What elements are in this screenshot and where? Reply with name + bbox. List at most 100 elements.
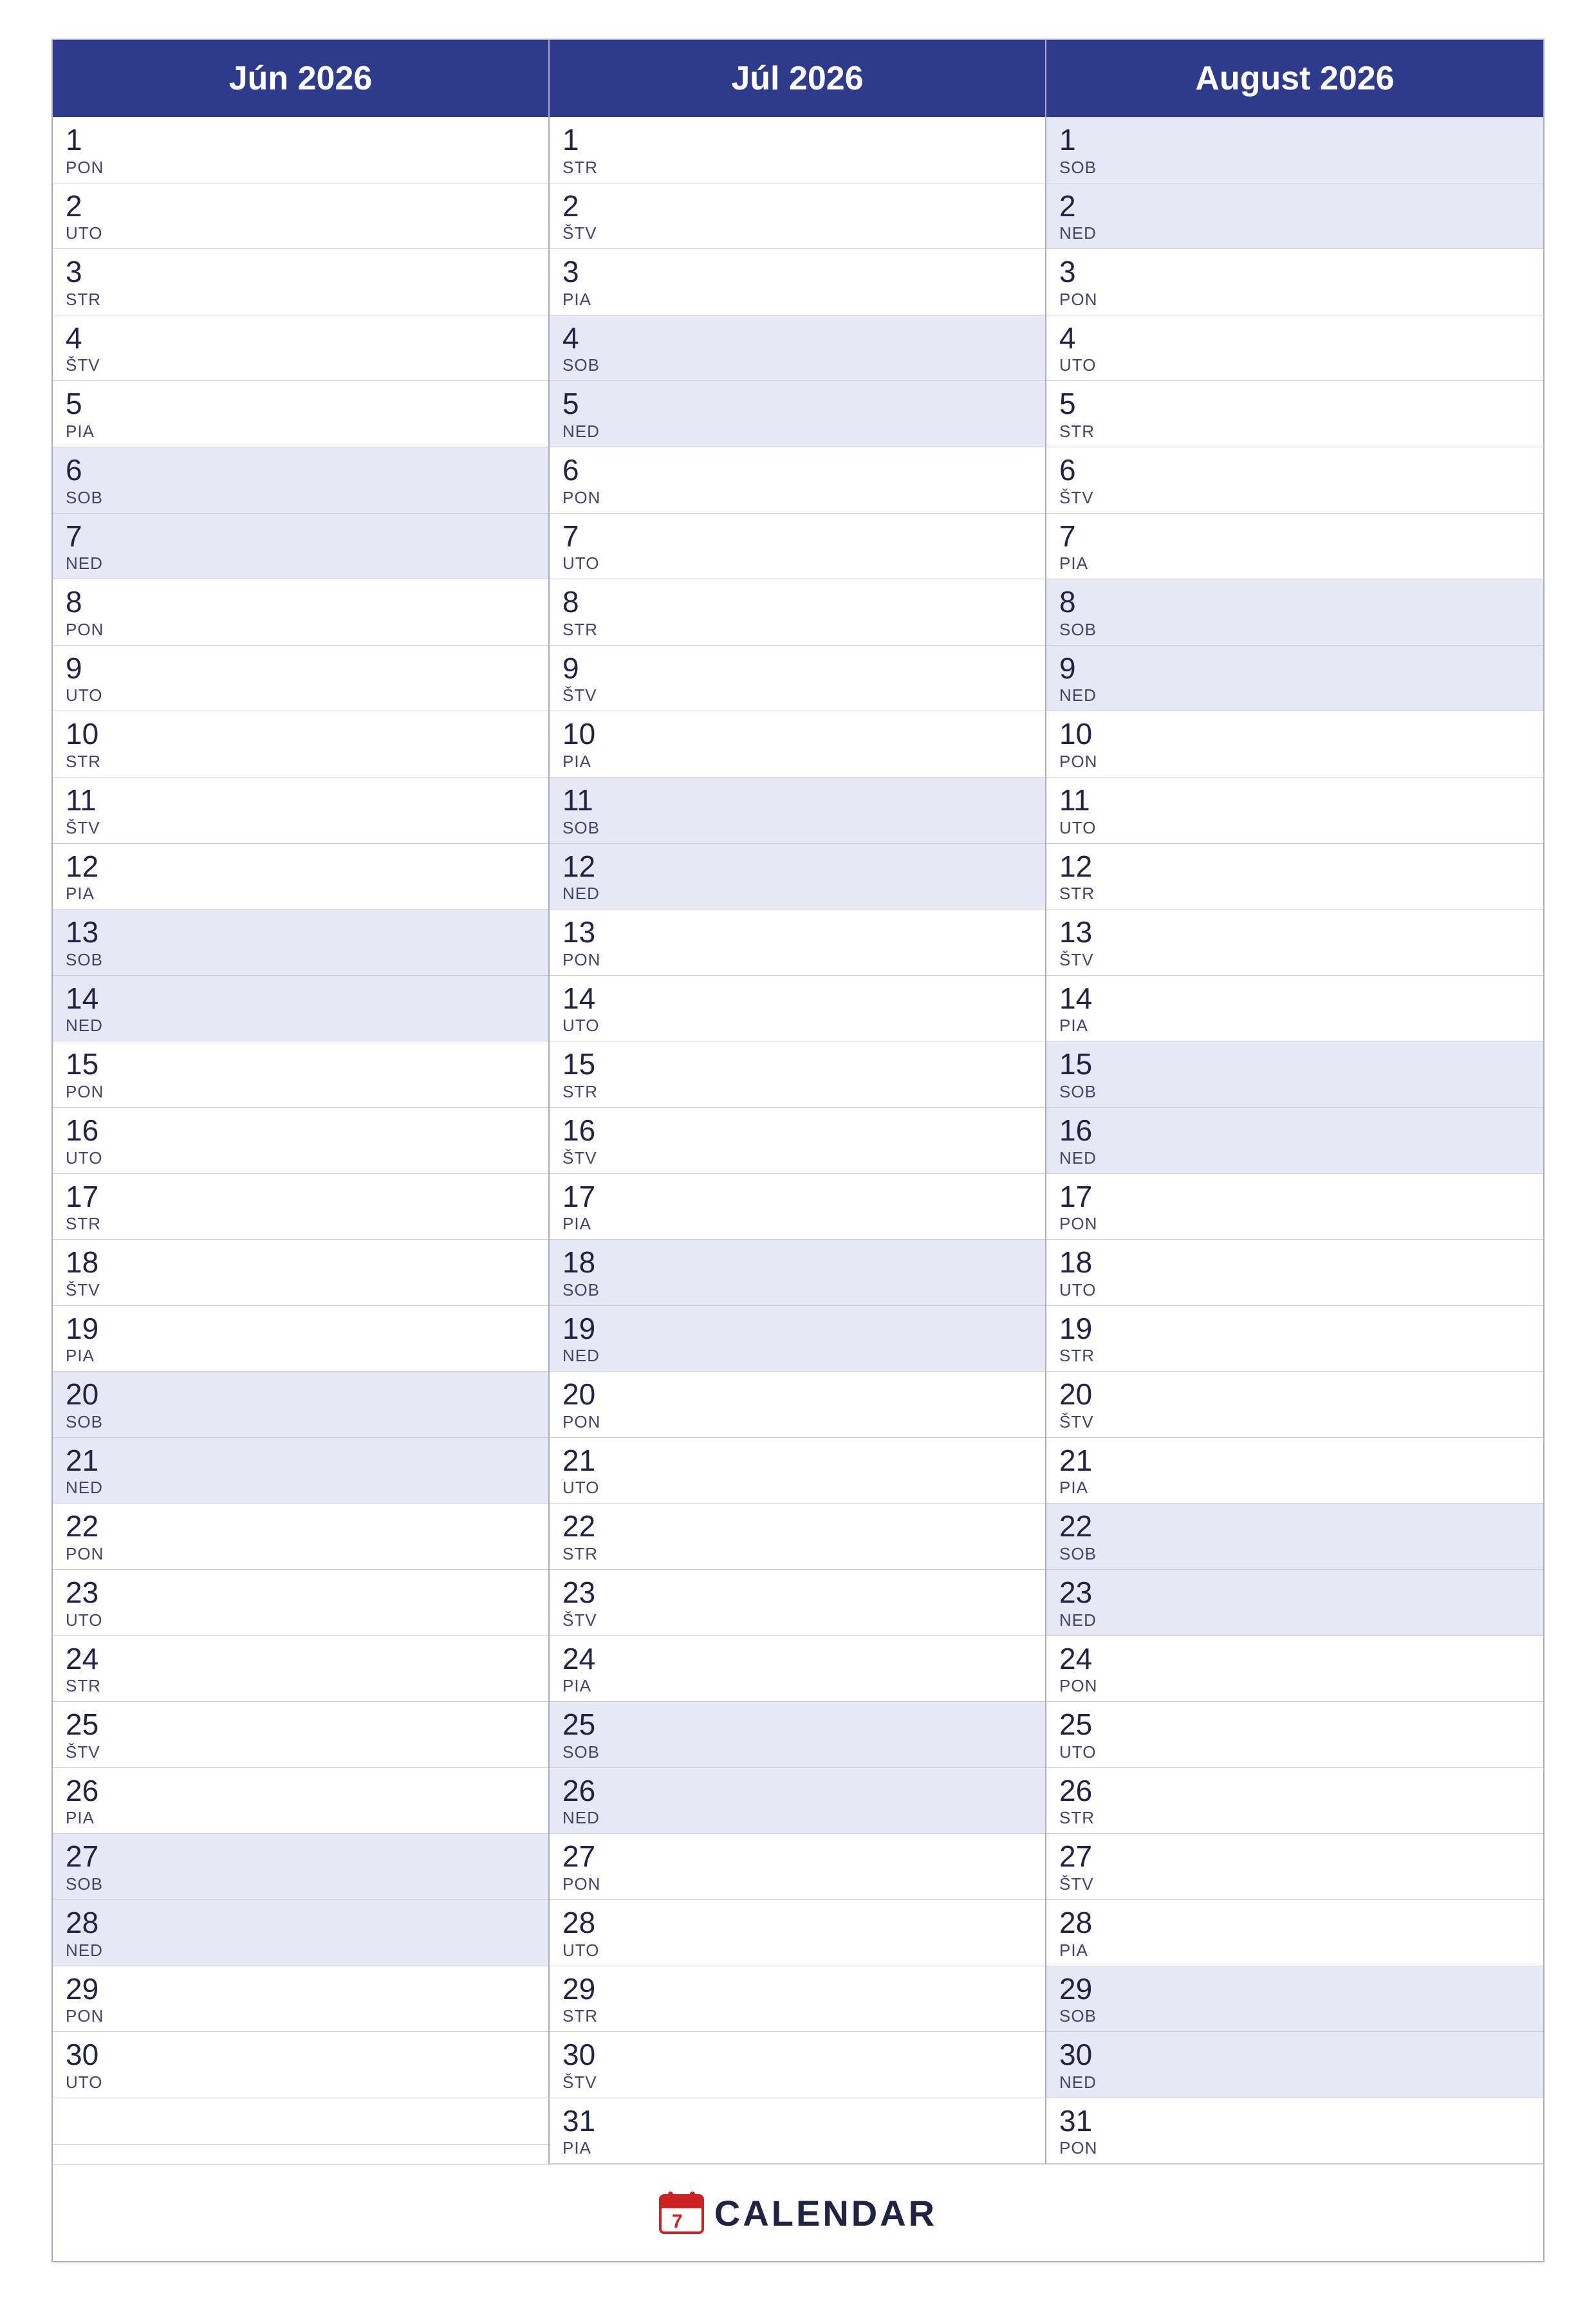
day-num-m0-d1: 1 [66, 124, 535, 156]
day-cell-m2-d9: 9NED [1046, 646, 1543, 712]
day-num-m2-d14: 14 [1059, 982, 1530, 1015]
day-name-m1-d16: ŠTV [562, 1148, 1032, 1168]
day-num-m2-d27: 27 [1059, 1840, 1530, 1873]
day-name-m2-d12: STR [1059, 884, 1530, 904]
day-name-m2-d31: PON [1059, 2138, 1530, 2158]
day-cell-m2-d30: 30NED [1046, 2032, 1543, 2098]
day-cell-m2-d26: 26STR [1046, 1768, 1543, 1834]
day-name-m0-d7: NED [66, 554, 535, 573]
header-row: Jún 2026Júl 2026August 2026 [53, 40, 1543, 117]
day-num-m1-d10: 10 [562, 718, 1032, 750]
day-num-m2-d21: 21 [1059, 1444, 1530, 1477]
day-name-m1-d11: SOB [562, 818, 1032, 838]
day-cell-m0-d30: 30UTO [53, 2032, 548, 2098]
day-name-m0-d14: NED [66, 1016, 535, 1036]
day-name-m2-d1: SOB [1059, 158, 1530, 178]
calendar-logo-icon: 7 [659, 2190, 704, 2235]
day-name-m0-d22: PON [66, 1544, 535, 1564]
day-cell-m0-d29: 29PON [53, 1966, 548, 2033]
day-name-m2-d28: PIA [1059, 1941, 1530, 1961]
day-num-m0-d5: 5 [66, 387, 535, 420]
day-name-m1-d1: STR [562, 158, 1032, 178]
day-name-m1-d5: NED [562, 422, 1032, 442]
day-cell-m1-d24: 24PIA [550, 1636, 1045, 1702]
day-num-m0-d15: 15 [66, 1048, 535, 1081]
day-cell-m0-d8: 8PON [53, 579, 548, 646]
day-name-m1-d12: NED [562, 884, 1032, 904]
day-name-m2-d24: PON [1059, 1676, 1530, 1696]
day-name-m1-d24: PIA [562, 1676, 1032, 1696]
day-num-m1-d27: 27 [562, 1840, 1032, 1873]
day-num-m0-d26: 26 [66, 1775, 535, 1807]
day-cell-m1-d18: 18SOB [550, 1240, 1045, 1306]
day-name-m2-d20: ŠTV [1059, 1412, 1530, 1432]
day-cell-m1-d14: 14UTO [550, 976, 1045, 1042]
day-name-m0-d3: STR [66, 290, 535, 310]
day-name-m0-d16: UTO [66, 1148, 535, 1168]
day-cell-m2-d22: 22SOB [1046, 1504, 1543, 1570]
day-num-m2-d31: 31 [1059, 2105, 1530, 2138]
day-cell-m0-d7: 7NED [53, 514, 548, 580]
day-num-m0-d10: 10 [66, 718, 535, 750]
day-cell-m0-d12: 12PIA [53, 844, 548, 910]
day-cell-m1-d16: 16ŠTV [550, 1108, 1045, 1174]
day-cell-m2-d3: 3PON [1046, 249, 1543, 315]
day-name-m2-d2: NED [1059, 223, 1530, 243]
day-cell-m2-d12: 12STR [1046, 844, 1543, 910]
day-cell-m2-d18: 18UTO [1046, 1240, 1543, 1306]
day-name-m0-d18: ŠTV [66, 1280, 535, 1300]
day-num-m1-d2: 2 [562, 190, 1032, 223]
day-name-m0-d24: STR [66, 1676, 535, 1696]
day-cell-m1-d25: 25SOB [550, 1702, 1045, 1768]
day-name-m2-d16: NED [1059, 1148, 1530, 1168]
day-cell-m2-d20: 20ŠTV [1046, 1372, 1543, 1438]
day-num-m1-d8: 8 [562, 586, 1032, 619]
day-num-m2-d29: 29 [1059, 1973, 1530, 2006]
day-num-m0-d29: 29 [66, 1973, 535, 2006]
day-cell-m1-d28: 28UTO [550, 1900, 1045, 1966]
day-num-m0-d2: 2 [66, 190, 535, 223]
day-cell-m0-d6: 6SOB [53, 447, 548, 514]
day-cell-m0-d20: 20SOB [53, 1372, 548, 1438]
day-cell-m0-d24: 24STR [53, 1636, 548, 1702]
day-num-m2-d22: 22 [1059, 1510, 1530, 1543]
day-num-m2-d10: 10 [1059, 718, 1530, 750]
day-num-m2-d8: 8 [1059, 586, 1530, 619]
day-name-m2-d6: ŠTV [1059, 488, 1530, 508]
day-cell-m0-d26: 26PIA [53, 1768, 548, 1834]
day-name-m1-d6: PON [562, 488, 1032, 508]
day-cell-m0-d18: 18ŠTV [53, 1240, 548, 1306]
day-num-m1-d15: 15 [562, 1048, 1032, 1081]
day-name-m1-d27: PON [562, 1874, 1032, 1894]
day-num-m0-d17: 17 [66, 1180, 535, 1213]
month-header-0: Jún 2026 [53, 40, 550, 117]
day-num-m1-d19: 19 [562, 1312, 1032, 1345]
day-num-m1-d20: 20 [562, 1378, 1032, 1411]
day-cell-m2-d5: 5STR [1046, 381, 1543, 447]
day-num-m2-d6: 6 [1059, 454, 1530, 487]
day-cell-m0-d1: 1PON [53, 117, 548, 183]
day-name-m1-d20: PON [562, 1412, 1032, 1432]
day-name-m1-d22: STR [562, 1544, 1032, 1564]
day-name-m0-d4: ŠTV [66, 355, 535, 375]
day-name-m1-d29: STR [562, 2006, 1032, 2026]
day-num-m2-d2: 2 [1059, 190, 1530, 223]
day-cell-m1-d3: 3PIA [550, 249, 1045, 315]
day-cell-m1-d10: 10PIA [550, 711, 1045, 778]
day-num-m2-d1: 1 [1059, 124, 1530, 156]
day-cell-m1-d27: 27PON [550, 1834, 1045, 1900]
day-name-m0-d19: PIA [66, 1346, 535, 1366]
day-name-m2-d15: SOB [1059, 1082, 1530, 1102]
day-cell-m2-d31: 31PON [1046, 2098, 1543, 2165]
day-cell-m0-d17: 17STR [53, 1174, 548, 1240]
day-cell-m2-d25: 25UTO [1046, 1702, 1543, 1768]
day-name-m0-d26: PIA [66, 1808, 535, 1828]
day-name-m1-d31: PIA [562, 2138, 1032, 2158]
day-name-m0-d20: SOB [66, 1412, 535, 1432]
day-name-m1-d26: NED [562, 1808, 1032, 1828]
day-num-m2-d16: 16 [1059, 1114, 1530, 1147]
day-num-m0-d9: 9 [66, 652, 535, 685]
day-cell-m2-d2: 2NED [1046, 183, 1543, 250]
day-name-m1-d30: ŠTV [562, 2073, 1032, 2092]
day-name-m0-d11: ŠTV [66, 818, 535, 838]
